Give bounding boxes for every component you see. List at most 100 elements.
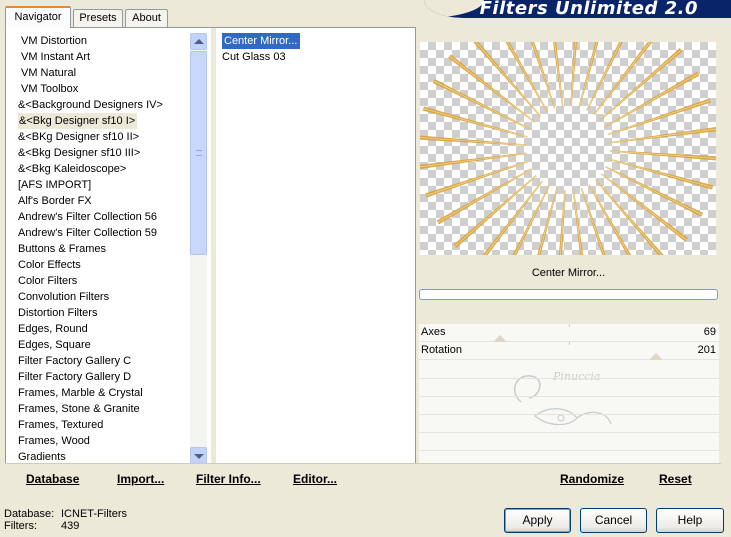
filter-info-button[interactable]: Filter Info... [196, 472, 261, 486]
empty-param-slot [419, 432, 719, 433]
filter-settings-panel: Center Mirror... Pinuccia Axes 69 Rotation… [416, 27, 721, 492]
scroll-down-button[interactable] [190, 447, 207, 464]
category-row[interactable]: &<Bkg Designer sf10 I> [17, 113, 192, 129]
category-row[interactable]: Distortion Filters [17, 305, 192, 321]
ray [552, 42, 564, 107]
category-row[interactable]: &<Bkg Kaleidoscope> [17, 161, 192, 177]
category-scrollbar[interactable] [190, 33, 207, 464]
category-row[interactable]: Filter Factory Gallery D [17, 369, 192, 385]
filters-count-label: Filters: [4, 520, 37, 532]
category-item[interactable]: Frames, Wood [18, 435, 90, 447]
import-button[interactable]: Import... [117, 472, 164, 486]
filter-row[interactable]: Cut Glass 03 [222, 49, 402, 65]
watermark-logo: Pinuccia [507, 362, 627, 432]
navigator-panel: VM Distortion VM Instant Art VM Natural VM … [5, 27, 416, 492]
category-item[interactable]: Distortion Filters [18, 307, 97, 319]
category-row[interactable]: Color Effects [17, 257, 192, 273]
tab-presets[interactable]: Presets [73, 9, 123, 27]
filters-count-value: 439 [61, 520, 80, 532]
category-row[interactable]: &<Bkg Designer sf10 III> [17, 145, 192, 161]
category-item[interactable]: VM Natural [21, 67, 76, 79]
category-item[interactable]: Color Filters [18, 275, 77, 287]
category-item[interactable]: &<Bkg Designer sf10 I> [18, 113, 138, 129]
category-row[interactable]: &<Background Designers IV> [17, 97, 192, 113]
category-row[interactable]: Andrew's Filter Collection 56 [17, 209, 192, 225]
arrow-up-icon [194, 39, 204, 44]
category-row[interactable]: Frames, Textured [17, 417, 192, 433]
category-item[interactable]: Edges, Square [18, 339, 91, 351]
navigator-bottom-bar: Database Import... Filter Info... Editor… [5, 463, 416, 492]
tab-navigator[interactable]: Navigator [5, 6, 71, 28]
param-label: Axes [421, 326, 446, 338]
ray-highlight [507, 42, 548, 112]
category-item[interactable]: Gradients [18, 451, 66, 463]
category-item[interactable]: Convolution Filters [18, 291, 109, 303]
ray [505, 42, 548, 112]
ray-highlight [609, 150, 716, 159]
category-row[interactable]: Color Filters [17, 273, 192, 289]
category-item[interactable]: Color Effects [18, 259, 81, 271]
category-item[interactable]: Alf's Border FX [18, 195, 92, 207]
slider-tick [569, 324, 570, 327]
param-value: 69 [703, 326, 716, 338]
category-item[interactable]: VM Distortion [21, 35, 87, 47]
reset-button[interactable]: Reset [659, 472, 692, 486]
category-row[interactable]: Edges, Square [17, 337, 192, 353]
category-row[interactable]: VM Distortion [17, 33, 192, 49]
category-row[interactable]: Convolution Filters [17, 289, 192, 305]
category-item[interactable]: Andrew's Filter Collection 59 [18, 227, 157, 239]
category-item[interactable]: &<Background Designers IV> [18, 99, 163, 111]
category-item[interactable]: &<BKg Designer sf10 II> [18, 131, 139, 143]
category-item[interactable]: Frames, Marble & Crystal [18, 387, 143, 399]
category-item[interactable]: Andrew's Filter Collection 56 [18, 211, 157, 223]
ray [588, 184, 632, 255]
editor-button[interactable]: Editor... [293, 472, 337, 486]
category-row[interactable]: &<BKg Designer sf10 II> [17, 129, 192, 145]
scroll-thumb[interactable] [190, 51, 207, 255]
category-row[interactable]: Filter Factory Gallery C [17, 353, 192, 369]
param-row-axes[interactable]: Axes 69 [419, 324, 719, 342]
category-item[interactable]: Filter Factory Gallery C [18, 355, 131, 367]
slider-marker[interactable] [649, 353, 663, 360]
help-button[interactable]: Help [656, 508, 724, 533]
category-item[interactable]: Filter Factory Gallery D [18, 371, 131, 383]
slider-tick [569, 342, 570, 345]
category-item[interactable]: Frames, Textured [18, 419, 103, 431]
logo-banner: Filters Unlimited 2.0 [424, 0, 731, 18]
apply-button[interactable]: Apply [504, 508, 571, 533]
category-item[interactable]: [AFS IMPORT] [18, 179, 91, 191]
category-item[interactable]: Edges, Round [18, 323, 88, 335]
category-row[interactable]: Frames, Stone & Granite [17, 401, 192, 417]
scroll-up-button[interactable] [190, 33, 207, 50]
database-button[interactable]: Database [26, 472, 79, 486]
category-row[interactable]: [AFS IMPORT] [17, 177, 192, 193]
filter-name-label: Center Mirror... [531, 267, 606, 279]
filter-item[interactable]: Center Mirror... [222, 33, 301, 49]
category-row[interactable]: Frames, Marble & Crystal [17, 385, 192, 401]
category-row[interactable]: VM Toolbox [17, 81, 192, 97]
tab-about[interactable]: About [125, 9, 168, 27]
category-row[interactable]: Buttons & Frames [17, 241, 192, 257]
cancel-button[interactable]: Cancel [580, 508, 647, 533]
category-item[interactable]: &<Bkg Designer sf10 III> [18, 147, 140, 159]
arrow-down-icon [194, 454, 204, 459]
category-row[interactable]: Andrew's Filter Collection 59 [17, 225, 192, 241]
category-item[interactable]: VM Toolbox [21, 83, 78, 95]
category-row[interactable]: VM Natural [17, 65, 192, 81]
category-row[interactable]: Alf's Border FX [17, 193, 192, 209]
category-row[interactable]: Frames, Wood [17, 433, 192, 449]
category-item[interactable]: Buttons & Frames [18, 243, 106, 255]
category-row[interactable]: VM Instant Art [17, 49, 192, 65]
randomize-button[interactable]: Randomize [560, 472, 624, 486]
category-item[interactable]: &<Bkg Kaleidoscope> [18, 163, 126, 175]
slider-marker[interactable] [493, 335, 507, 342]
param-row-rotation[interactable]: Rotation 201 [419, 342, 719, 360]
ray [572, 189, 584, 255]
category-item[interactable]: VM Instant Art [21, 51, 90, 63]
filter-item[interactable]: Cut Glass 03 [222, 49, 286, 65]
list-splitter[interactable] [211, 28, 216, 464]
category-row[interactable]: Edges, Round [17, 321, 192, 337]
category-item[interactable]: Frames, Stone & Granite [18, 403, 140, 415]
progress-bar [419, 289, 718, 300]
filter-row[interactable]: Center Mirror... [222, 33, 402, 49]
